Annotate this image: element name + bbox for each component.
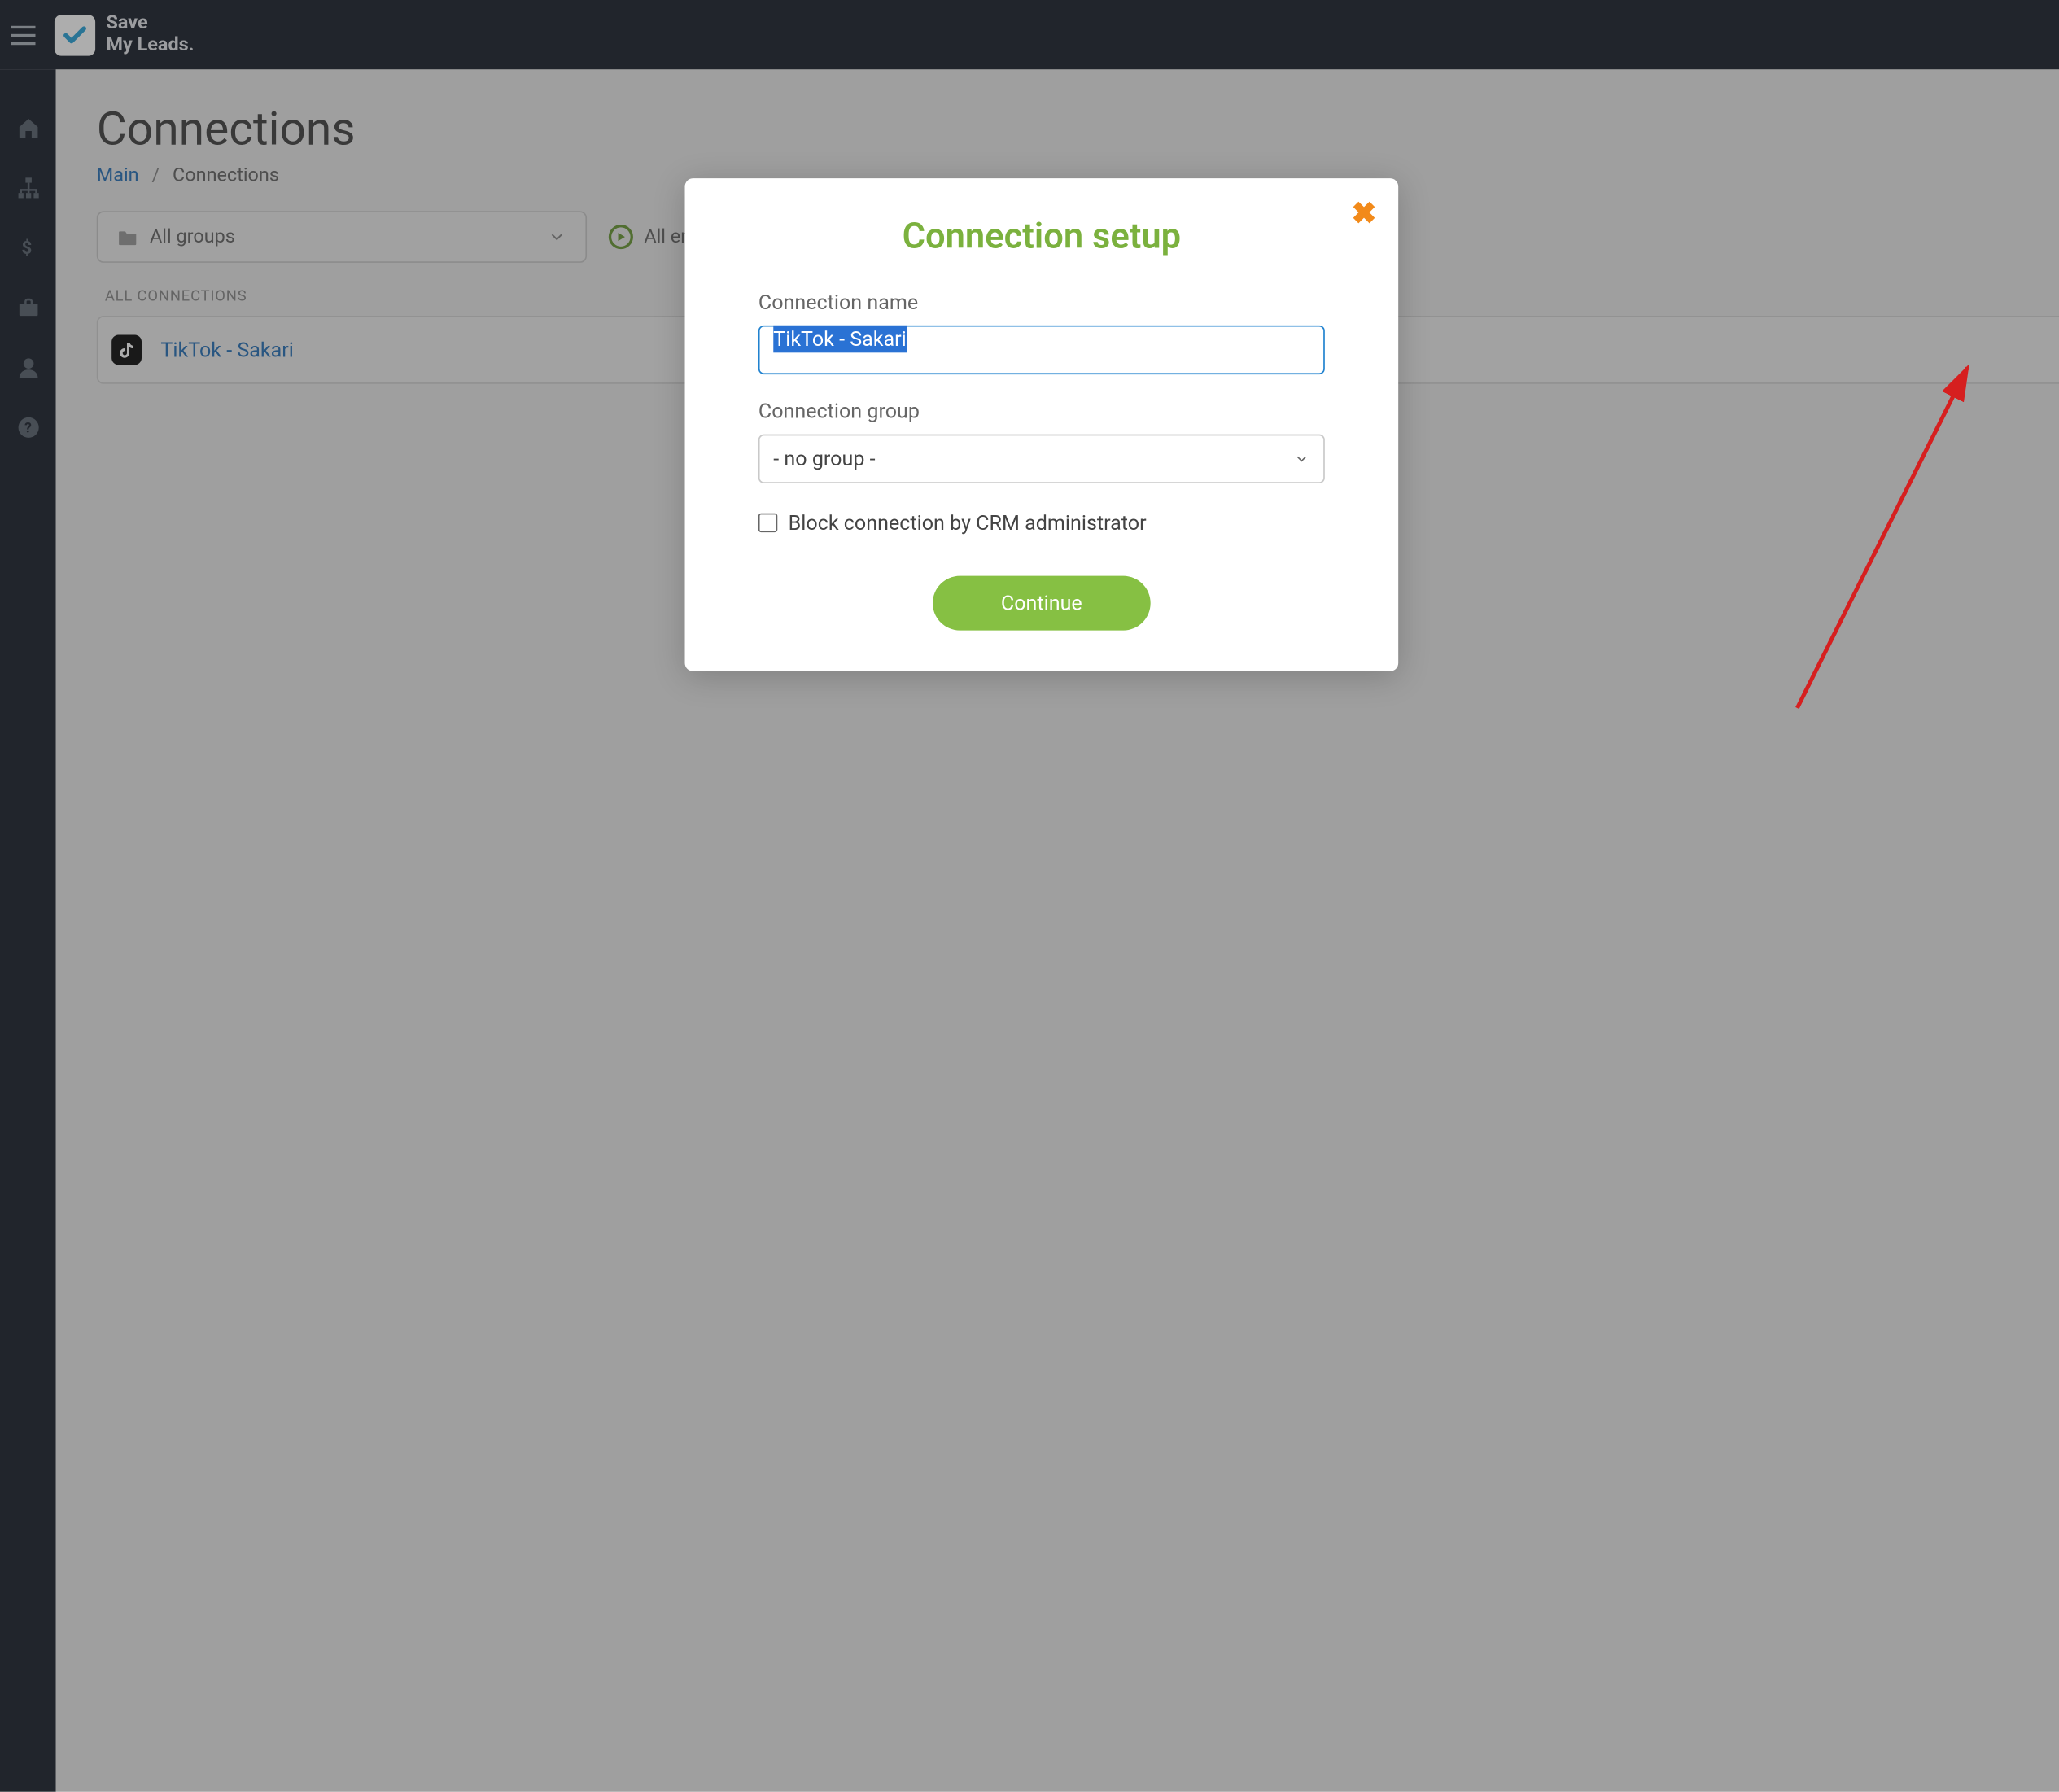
continue-button[interactable]: Continue — [933, 576, 1151, 631]
connection-group-select[interactable]: - no group - — [758, 435, 1325, 483]
connection-name-input[interactable]: TikTok - Sakari — [758, 326, 1325, 374]
chevron-down-icon — [1293, 451, 1309, 467]
modal-title: Connection setup — [685, 216, 1399, 257]
block-connection-checkbox[interactable]: Block connection by CRM administrator — [758, 510, 1325, 535]
label-connection-name: Connection name — [758, 290, 1325, 314]
close-icon[interactable]: ✖ — [1352, 198, 1377, 232]
label-connection-group: Connection group — [758, 399, 1325, 423]
connection-setup-modal: ✖ Connection setup Connection name TikTo… — [685, 178, 1399, 671]
checkbox-icon — [758, 514, 777, 532]
